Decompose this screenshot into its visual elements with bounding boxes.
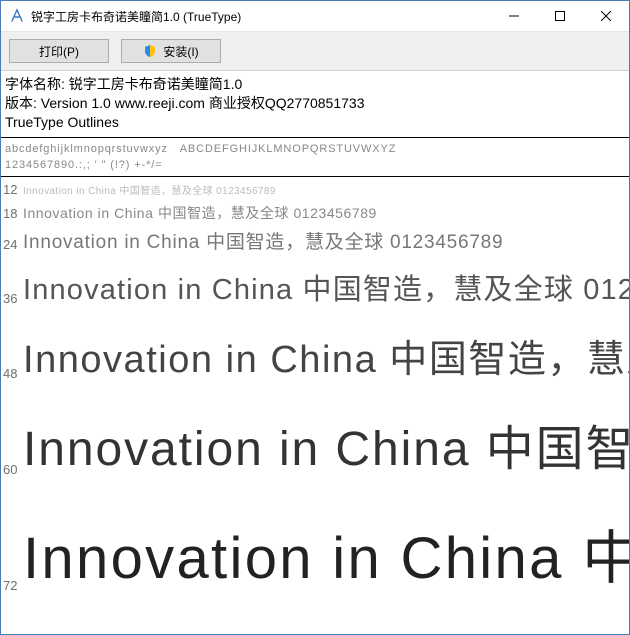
titlebar: 锐字工房卡布奇诺美瞳简1.0 (TrueType)	[1, 1, 629, 32]
minimize-button[interactable]	[491, 1, 537, 31]
size-label: 36	[3, 291, 23, 308]
install-label: 安装(I)	[163, 43, 198, 60]
toolbar: 打印(P) 安装(I)	[1, 32, 629, 71]
sample-text: Innovation in China 中国智造，慧及全球 0123456789	[23, 328, 629, 383]
install-button[interactable]: 安装(I)	[121, 39, 221, 63]
font-version-line: 版本: Version 1.0 www.reeji.com 商业授权QQ2770…	[5, 94, 625, 113]
preview-content: 字体名称: 锐字工房卡布奇诺美瞳简1.0 版本: Version 1.0 www…	[1, 71, 629, 634]
print-label: 打印(P)	[39, 43, 79, 60]
size-label: 48	[3, 366, 23, 383]
shield-icon	[143, 44, 157, 58]
maximize-button[interactable]	[537, 1, 583, 31]
font-name-line: 字体名称: 锐字工房卡布奇诺美瞳简1.0	[5, 75, 625, 94]
glyph-row-digits: 1234567890.:,; ' " (!?) +-*/=	[1, 157, 629, 173]
glyph-row-letters: abcdefghijklmnopqrstuvwxyz ABCDEFGHIJKLM…	[1, 141, 629, 157]
glyph-lowercase: abcdefghijklmnopqrstuvwxyz	[5, 143, 168, 155]
sample-text: Innovation in China 中国智造，慧及全球 0123456789	[23, 266, 629, 308]
glyph-uppercase: ABCDEFGHIJKLMNOPQRSTUVWXYZ	[180, 143, 397, 155]
window-controls	[491, 1, 629, 31]
divider	[1, 137, 629, 138]
size-label: 12	[3, 182, 23, 199]
sample-row-72: 72 Innovation in China 中国智造，慧及全球 0123456…	[3, 481, 629, 597]
sample-row-60: 60 Innovation in China 中国智造，慧及全球 0123456…	[3, 385, 629, 481]
close-button[interactable]	[583, 1, 629, 31]
font-outline-line: TrueType Outlines	[5, 113, 625, 132]
sample-text: Innovation in China 中国智造，慧及全球 0123456789	[23, 182, 276, 197]
sample-text: Innovation in China 中国智造，慧及全球 0123456789	[23, 203, 377, 223]
sample-text: Innovation in China 中国智造，慧及全球 0123456789	[23, 227, 503, 254]
font-preview-window: 锐字工房卡布奇诺美瞳简1.0 (TrueType) 打印(P) 安装(I) 字体…	[0, 0, 630, 635]
size-label: 24	[3, 237, 23, 254]
sample-row-18: 18 Innovation in China 中国智造，慧及全球 0123456…	[3, 201, 629, 225]
sample-row-36: 36 Innovation in China 中国智造，慧及全球 0123456…	[3, 256, 629, 310]
size-label: 60	[3, 462, 23, 479]
window-title: 锐字工房卡布奇诺美瞳简1.0 (TrueType)	[31, 8, 491, 25]
font-metadata: 字体名称: 锐字工房卡布奇诺美瞳简1.0 版本: Version 1.0 www…	[1, 71, 629, 134]
app-icon	[9, 8, 25, 24]
divider	[1, 176, 629, 177]
sample-text: Innovation in China 中国智造，慧及全球 0123456789	[23, 409, 629, 479]
sample-row-48: 48 Innovation in China 中国智造，慧及全球 0123456…	[3, 310, 629, 385]
sample-row-12: 12 Innovation in China 中国智造，慧及全球 0123456…	[3, 180, 629, 201]
size-label: 72	[3, 578, 23, 595]
sample-text: Innovation in China 中国智造，慧及全球 0123456789	[23, 511, 629, 595]
sample-row-24: 24 Innovation in China 中国智造，慧及全球 0123456…	[3, 225, 629, 256]
size-label: 18	[3, 206, 23, 223]
sample-rows: 12 Innovation in China 中国智造，慧及全球 0123456…	[1, 180, 629, 597]
print-button[interactable]: 打印(P)	[9, 39, 109, 63]
